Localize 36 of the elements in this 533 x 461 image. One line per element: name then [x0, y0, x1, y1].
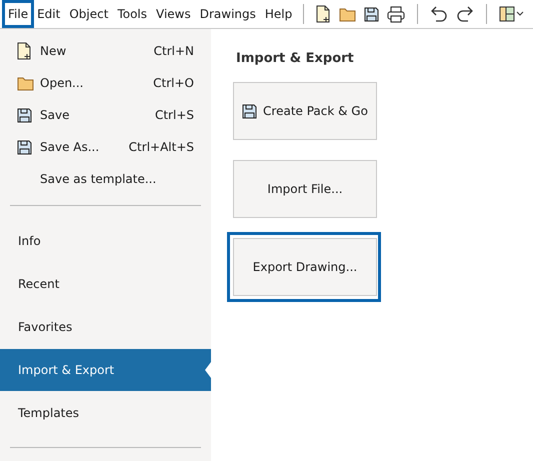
folder-icon — [339, 6, 356, 22]
command-label: Save As... — [40, 140, 100, 154]
action-button[interactable]: Create Pack & Go — [233, 82, 377, 140]
section-title: Import & Export — [236, 51, 355, 66]
action-button[interactable]: Import File... — [233, 160, 377, 218]
new-document-icon — [17, 42, 32, 60]
floppy-disk-icon — [17, 140, 32, 154]
menu-command[interactable]: Save as template... — [0, 163, 211, 195]
floppy-disk-icon — [242, 104, 258, 118]
shortcut-label: Ctrl+N — [154, 44, 194, 58]
menu-command[interactable]: Save Ctrl+S — [0, 99, 211, 131]
command-label: Save as template... — [40, 172, 158, 186]
sidebar-item[interactable]: Favorites — [0, 306, 211, 348]
menu-command[interactable]: Save As... Ctrl+Alt+S — [0, 131, 211, 163]
menu-command[interactable]: Open... Ctrl+O — [0, 67, 211, 99]
sidebar-item[interactable]: Import & Export — [0, 349, 211, 391]
menu-command[interactable]: New Ctrl+N — [0, 35, 211, 67]
menu-item[interactable]: File — [2, 0, 34, 28]
shortcut-label: Ctrl+S — [154, 108, 194, 122]
shortcut-label: Ctrl+Alt+S — [128, 140, 194, 154]
layout-dropdown-icon — [499, 6, 526, 22]
command-label: New — [40, 44, 68, 58]
action-button[interactable]: Export Drawing... — [233, 238, 377, 296]
command-label: Open... — [40, 76, 84, 90]
floppy-disk-icon — [17, 108, 32, 122]
new-document-icon — [316, 5, 332, 23]
folder-icon — [17, 76, 34, 90]
shortcut-label: Ctrl+O — [153, 76, 194, 90]
sidebar-item[interactable]: Recent — [0, 263, 211, 305]
command-label: Save — [40, 108, 70, 122]
redo-icon — [456, 6, 474, 22]
sidebar-item[interactable]: Templates — [0, 392, 211, 434]
printer-icon — [387, 6, 406, 22]
floppy-disk-icon — [364, 6, 380, 22]
sidebar-item[interactable]: Info — [0, 220, 211, 262]
undo-icon — [430, 6, 448, 22]
